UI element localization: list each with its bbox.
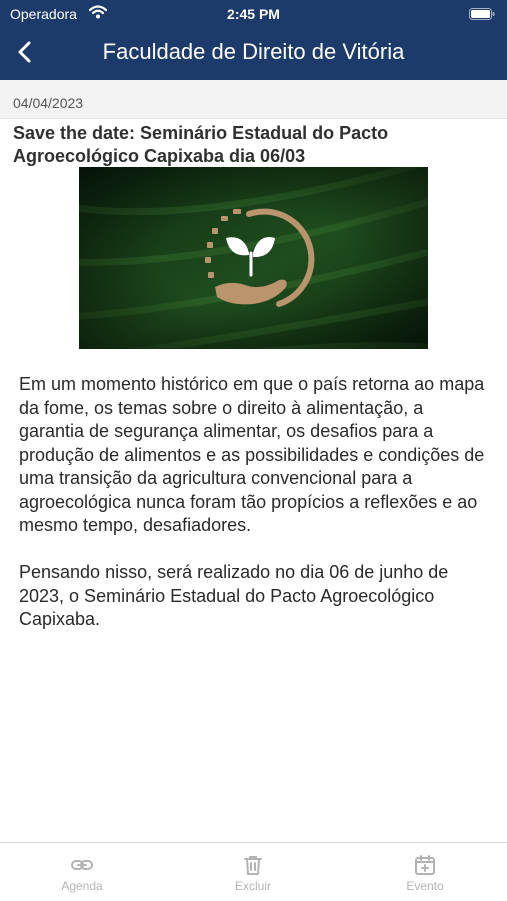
link-icon (71, 860, 93, 870)
tab-label: Agenda (61, 879, 103, 893)
clock: 2:45 PM (227, 6, 280, 22)
article-date: 04/04/2023 (13, 95, 84, 111)
tab-excluir[interactable]: Excluir (193, 843, 313, 901)
article-image (79, 167, 428, 349)
article-body: Em um momento histórico em que o país re… (19, 373, 491, 655)
top-bar: Operadora 2:45 PM Faculdade de Direito d… (0, 0, 507, 80)
article-title: Save the date: Seminário Estadual do Pac… (13, 123, 389, 166)
date-row: 04/04/2023 (0, 80, 507, 119)
calendar-add-icon (415, 855, 435, 875)
status-bar: Operadora 2:45 PM (0, 0, 507, 28)
article-paragraph: Pensando nisso, será realizado no dia 06… (19, 562, 449, 629)
trash-icon (244, 856, 262, 875)
article-paragraph: Em um momento histórico em que o país re… (19, 374, 485, 535)
tab-label: Evento (406, 879, 444, 893)
battery-icon (469, 8, 495, 20)
tab-bar: Agenda Excluir Evento (0, 842, 507, 901)
tab-label: Excluir (234, 879, 271, 893)
tab-agenda[interactable]: Agenda (22, 843, 142, 901)
page-title: Faculdade de Direito de Vitória (102, 39, 405, 64)
tab-evento[interactable]: Evento (365, 843, 485, 901)
